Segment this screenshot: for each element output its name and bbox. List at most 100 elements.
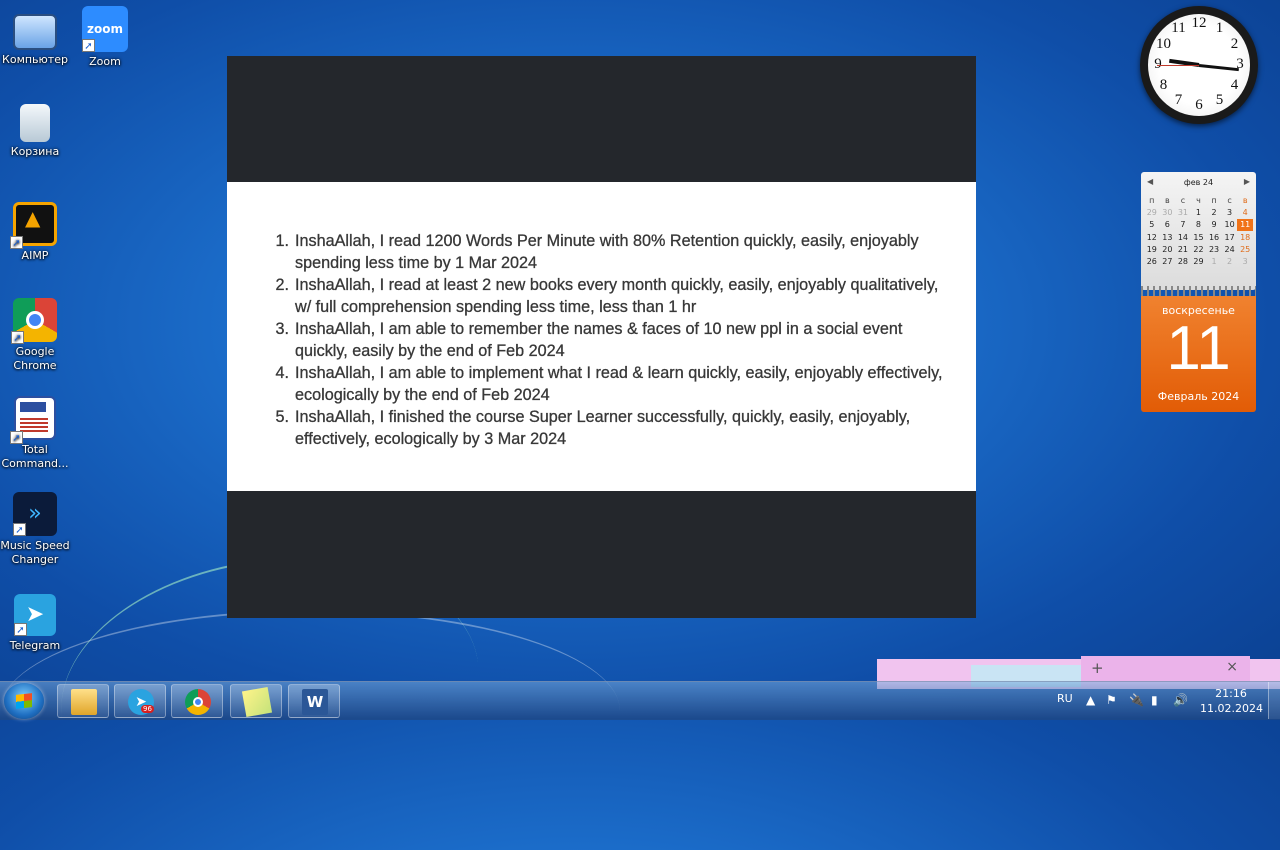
calendar-day-cell[interactable]: 24 bbox=[1222, 243, 1238, 255]
calendar-day-cell[interactable]: 2 bbox=[1222, 255, 1238, 267]
calendar-day-cell[interactable]: 6 bbox=[1160, 219, 1176, 231]
calendar-day-view: воскресенье 11 Февраль 2024 bbox=[1141, 296, 1256, 412]
action-center-flag-icon[interactable]: ⚑ bbox=[1106, 693, 1117, 707]
calendar-day-cell[interactable]: 18 bbox=[1237, 231, 1253, 243]
calendar-next-icon[interactable]: ▶ bbox=[1244, 177, 1250, 186]
calendar-month-label: фев 24 bbox=[1183, 178, 1214, 187]
shortcut-arrow-icon: ➚ bbox=[11, 331, 24, 344]
calendar-day-cell[interactable]: 10 bbox=[1222, 219, 1238, 231]
calendar-day-cell[interactable]: 16 bbox=[1206, 231, 1222, 243]
calendar-day-cell[interactable]: 1 bbox=[1206, 255, 1222, 267]
calendar-prev-icon[interactable]: ◀ bbox=[1147, 177, 1153, 186]
calendar-day-cell[interactable]: 30 bbox=[1160, 206, 1176, 218]
calendar-weekday-header: с bbox=[1227, 195, 1232, 205]
chrome-taskbar-button[interactable] bbox=[171, 684, 223, 718]
telegram-icon: ➤ ➚ bbox=[14, 594, 56, 636]
show-hidden-icons-icon[interactable]: ▲ bbox=[1086, 693, 1095, 707]
language-indicator[interactable]: RU bbox=[1057, 692, 1073, 705]
desktop-icon-telegram[interactable]: ➤ ➚ Telegram bbox=[0, 594, 70, 653]
sticky-close-button[interactable]: × bbox=[1226, 659, 1238, 675]
calendar-day-cell[interactable]: 15 bbox=[1191, 231, 1207, 243]
clock-number: 8 bbox=[1159, 76, 1168, 93]
goals-document: 1. InshaAllah, I read 1200 Words Per Minu… bbox=[227, 182, 976, 491]
explorer-taskbar-button[interactable] bbox=[57, 684, 109, 718]
calendar-weekday-header: в bbox=[1164, 195, 1170, 205]
sticky-notes-taskbar-button[interactable] bbox=[230, 684, 282, 718]
tray-time: 21:16 bbox=[1215, 687, 1247, 700]
calendar-day-cell[interactable]: 9 bbox=[1206, 219, 1222, 231]
calendar-day-cell[interactable]: 25 bbox=[1237, 243, 1253, 255]
desktop-icon-aimp[interactable]: ➚ AIMP bbox=[0, 202, 70, 263]
calendar-day-cell[interactable]: 31 bbox=[1175, 206, 1191, 218]
goal-item: 5. InshaAllah, I finished the course Supe… bbox=[275, 408, 911, 448]
calendar-day-cell[interactable]: 17 bbox=[1222, 231, 1238, 243]
calendar-day-cell[interactable]: 8 bbox=[1191, 219, 1207, 231]
desktop-icon-label: Telegram bbox=[9, 639, 61, 652]
desktop-icon-recycle-bin[interactable]: Корзина bbox=[0, 104, 70, 159]
calendar-day-cell[interactable]: 3 bbox=[1222, 206, 1238, 218]
goal-item: 3. InshaAllah, I am able to remember the … bbox=[275, 320, 903, 360]
shortcut-arrow-icon: ➚ bbox=[10, 236, 23, 249]
calendar-month-view: ◀ фев 24 ▶ п в с ч п с в 29 30 31 1 2 3 4 5 6 7 8 9 10 11 12 1… bbox=[1141, 172, 1256, 290]
calendar-day-cell[interactable]: 5 bbox=[1144, 219, 1160, 231]
desktop-icon-label: Zoom bbox=[89, 55, 121, 68]
calendar-day-cell[interactable]: 13 bbox=[1160, 231, 1176, 243]
tray-clock[interactable]: 21:16 11.02.2024 bbox=[1200, 686, 1263, 716]
goals-list: 1. InshaAllah, I read 1200 Words Per Minu… bbox=[271, 230, 951, 450]
calendar-day-cell[interactable]: 29 bbox=[1144, 206, 1160, 218]
calendar-day-cell[interactable]: 29 bbox=[1191, 255, 1207, 267]
calendar-day-cell[interactable]: 4 bbox=[1237, 206, 1253, 218]
calendar-month-year: Февраль 2024 bbox=[1157, 390, 1240, 403]
desktop-icon-google-chrome[interactable]: ➚ Google Chrome bbox=[0, 298, 70, 373]
calendar-binding-rings bbox=[1141, 286, 1256, 296]
word-taskbar-button[interactable]: W bbox=[288, 684, 340, 718]
desktop-icon-label: Music Speed Changer bbox=[0, 539, 70, 566]
desktop-icon-zoom[interactable]: zoom ➚ Zoom bbox=[70, 6, 140, 69]
desktop-icon-total-commander[interactable]: ➚ Total Command... bbox=[0, 396, 70, 471]
calendar-grid: п в с ч п с в 29 30 31 1 2 3 4 5 6 7 8 9 10 11 12 13 14 15 16 17 18… bbox=[1144, 194, 1253, 268]
desktop-icon-label: Google Chrome bbox=[13, 345, 57, 372]
calendar-day-cell[interactable]: 28 bbox=[1175, 255, 1191, 267]
volume-icon[interactable]: 🔊 bbox=[1173, 693, 1188, 707]
calendar-day-cell[interactable]: 11 bbox=[1237, 218, 1253, 231]
calendar-day-cell[interactable]: 22 bbox=[1191, 243, 1207, 255]
calendar-day-cell[interactable]: 1 bbox=[1191, 206, 1207, 218]
sticky-notes-icon bbox=[241, 686, 273, 718]
clock-second-hand bbox=[1157, 64, 1199, 66]
calendar-weekday-header: ч bbox=[1196, 195, 1201, 205]
start-button[interactable] bbox=[4, 683, 44, 719]
calendar-day-cell[interactable]: 27 bbox=[1160, 255, 1176, 267]
music-speed-changer-icon: » ➚ bbox=[13, 492, 57, 536]
calendar-day-cell[interactable]: 23 bbox=[1206, 243, 1222, 255]
power-plug-icon[interactable]: 🔌 bbox=[1129, 693, 1144, 707]
calendar-gadget[interactable]: ◀ фев 24 ▶ п в с ч п с в 29 30 31 1 2 3 4 5 6 7 8 9 10 11 12 1… bbox=[1141, 172, 1256, 412]
calendar-day-cell[interactable]: 3 bbox=[1237, 255, 1253, 267]
calendar-day-cell[interactable]: 7 bbox=[1175, 219, 1191, 231]
calendar-day-cell[interactable]: 19 bbox=[1144, 243, 1160, 255]
calendar-day-cell[interactable]: 21 bbox=[1175, 243, 1191, 255]
calendar-day-cell[interactable]: 12 bbox=[1144, 231, 1160, 243]
calendar-weekday-header: п bbox=[1149, 195, 1155, 205]
word-icon: W bbox=[302, 689, 328, 715]
show-desktop-button[interactable] bbox=[1268, 682, 1280, 719]
clock-number: 11 bbox=[1171, 20, 1186, 37]
computer-icon bbox=[13, 14, 57, 50]
calendar-day-cell[interactable]: 2 bbox=[1206, 206, 1222, 218]
total-commander-icon: ➚ bbox=[10, 396, 56, 444]
shortcut-arrow-icon: ➚ bbox=[10, 431, 23, 444]
folder-icon bbox=[71, 689, 97, 715]
clock-gadget[interactable]: 12 1 2 3 4 5 6 7 8 9 10 11 bbox=[1140, 6, 1258, 124]
telegram-taskbar-button[interactable]: ➤ 96 bbox=[114, 684, 166, 718]
shortcut-arrow-icon: ➚ bbox=[82, 39, 95, 52]
network-signal-icon[interactable]: ▮ bbox=[1151, 693, 1158, 707]
chrome-icon bbox=[185, 689, 211, 715]
desktop-icon-music-speed-changer[interactable]: » ➚ Music Speed Changer bbox=[0, 492, 70, 567]
desktop-icon-computer[interactable]: Компьютер bbox=[0, 8, 70, 67]
calendar-day-cell[interactable]: 26 bbox=[1144, 255, 1160, 267]
sticky-add-button[interactable]: + bbox=[1091, 659, 1104, 677]
calendar-day-cell[interactable]: 20 bbox=[1160, 243, 1176, 255]
goal-item: 4. InshaAllah, I am able to implement wha… bbox=[275, 364, 943, 404]
calendar-day-cell[interactable]: 14 bbox=[1175, 231, 1191, 243]
image-viewer-window: 1. InshaAllah, I read 1200 Words Per Minu… bbox=[227, 56, 976, 618]
goal-item: 1. InshaAllah, I read 1200 Words Per Minu… bbox=[275, 232, 919, 272]
